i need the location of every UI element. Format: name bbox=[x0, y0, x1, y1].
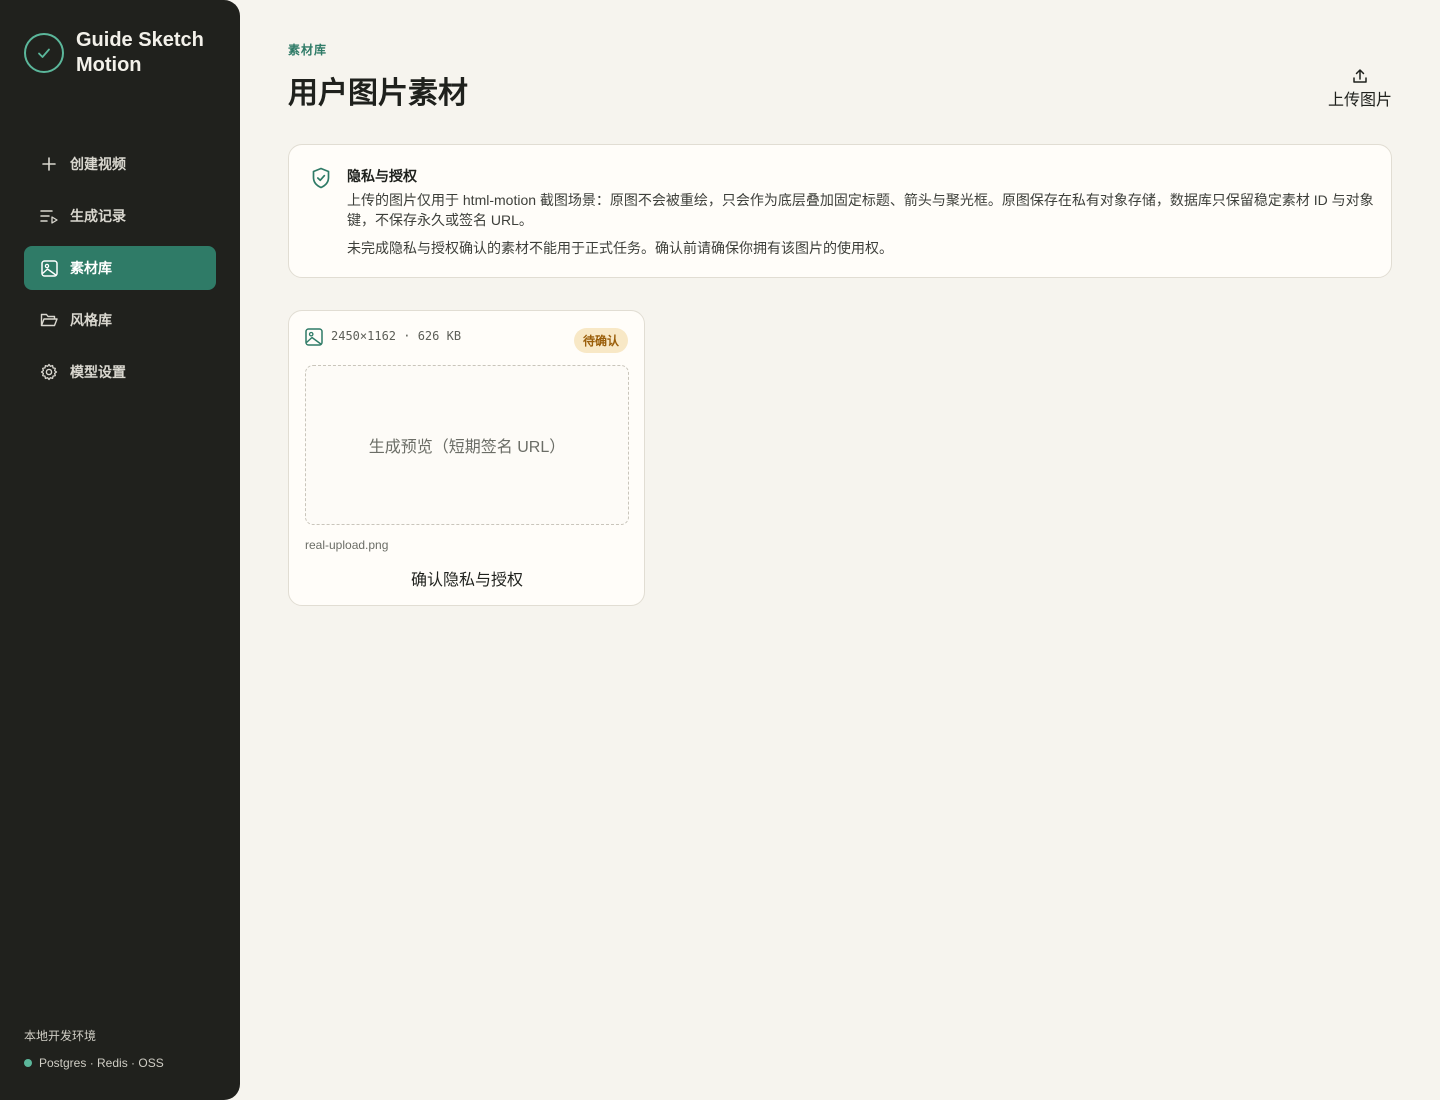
privacy-notice: 隐私与授权 上传的图片仅用于 html-motion 截图场景：原图不会被重绘，… bbox=[288, 144, 1392, 278]
brand[interactable]: Guide Sketch Motion bbox=[24, 28, 216, 78]
shield-check-icon bbox=[311, 167, 331, 194]
environment-services-text: Postgres · Redis · OSS bbox=[39, 1056, 164, 1070]
environment-services: Postgres · Redis · OSS bbox=[24, 1056, 164, 1070]
check-circle-logo-icon bbox=[24, 33, 64, 73]
sidebar-item-create-video[interactable]: 创建视频 bbox=[24, 142, 216, 186]
privacy-notice-title: 隐私与授权 bbox=[347, 168, 417, 184]
folder-open-icon bbox=[40, 311, 58, 329]
list-play-icon bbox=[40, 207, 58, 225]
asset-card: 2450×1162 · 626 KB 待确认 生成预览（短期签名 URL） re… bbox=[288, 310, 645, 606]
sidebar: Guide Sketch Motion 创建视频 生成记录 素材库 风格库 模型… bbox=[0, 0, 240, 1100]
sidebar-item-label: 模型设置 bbox=[70, 364, 126, 380]
brand-name: Guide Sketch Motion bbox=[76, 29, 204, 76]
sidebar-item-label: 创建视频 bbox=[70, 156, 126, 172]
status-badge: 待确认 bbox=[574, 328, 629, 353]
sidebar-item-label: 生成记录 bbox=[70, 208, 126, 224]
confirm-privacy-button[interactable]: 确认隐私与授权 bbox=[305, 565, 629, 591]
sidebar-nav: 创建视频 生成记录 素材库 风格库 模型设置 bbox=[24, 142, 216, 402]
asset-preview[interactable]: 生成预览（短期签名 URL） bbox=[305, 365, 629, 525]
plus-icon bbox=[40, 155, 58, 173]
image-icon bbox=[305, 328, 323, 351]
sidebar-item-styles[interactable]: 风格库 bbox=[24, 298, 216, 342]
asset-file-name: real-upload.png bbox=[305, 538, 389, 552]
sidebar-item-assets[interactable]: 素材库 bbox=[24, 246, 216, 290]
page-title: 用户图片素材 bbox=[288, 77, 468, 110]
sidebar-item-label: 素材库 bbox=[70, 260, 112, 276]
app-root: Guide Sketch Motion 创建视频 生成记录 素材库 风格库 模型… bbox=[0, 0, 1440, 1100]
upload-image-button[interactable]: 上传图片 bbox=[1322, 66, 1398, 110]
sidebar-item-history[interactable]: 生成记录 bbox=[24, 194, 216, 238]
asset-meta: 2450×1162 · 626 KB bbox=[331, 329, 462, 343]
gear-icon bbox=[40, 363, 58, 381]
upload-image-label: 上传图片 bbox=[1327, 92, 1392, 109]
upload-icon bbox=[1352, 66, 1368, 84]
status-dot-icon bbox=[24, 1059, 32, 1067]
page-eyebrow: 素材库 bbox=[288, 43, 328, 57]
privacy-notice-warning: 未完成隐私与授权确认的素材不能用于正式任务。确认前请确保你拥有该图片的使用权。 bbox=[347, 240, 893, 256]
asset-preview-text: 生成预览（短期签名 URL） bbox=[368, 439, 566, 456]
environment-title: 本地开发环境 bbox=[24, 1029, 97, 1043]
privacy-notice-text: 上传的图片仅用于 html-motion 截图场景：原图不会被重绘，只会作为底层… bbox=[347, 192, 1374, 228]
environment-info: 本地开发环境 Postgres · Redis · OSS bbox=[24, 1027, 164, 1070]
image-icon bbox=[40, 259, 58, 277]
sidebar-item-label: 风格库 bbox=[70, 312, 112, 328]
sidebar-item-model-settings[interactable]: 模型设置 bbox=[24, 350, 216, 394]
